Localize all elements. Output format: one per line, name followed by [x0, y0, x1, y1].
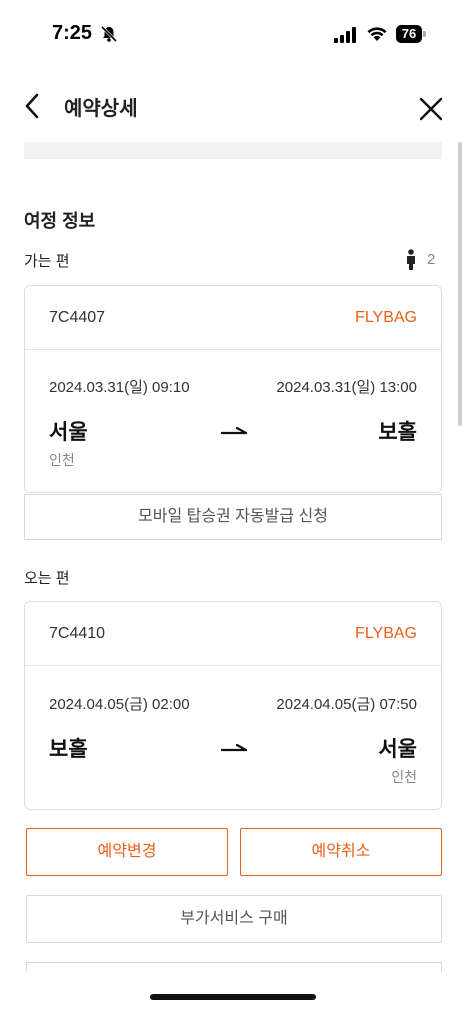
departure-city: 서울: [49, 421, 88, 444]
mobile-boarding-pass-button[interactable]: 모바일 탑승권 자동발급 신청: [24, 494, 442, 540]
route-arrow-icon: [221, 426, 247, 435]
bell-muted-icon: [100, 25, 118, 43]
wifi-icon: [367, 27, 387, 41]
arrival-city: 서울: [378, 738, 417, 761]
arrival-city: 보홀: [378, 421, 417, 444]
back-arrow-icon[interactable]: [22, 92, 44, 120]
outbound-label: 가는 편: [24, 253, 70, 270]
home-indicator[interactable]: [150, 994, 316, 1000]
signal-icon: [334, 27, 356, 43]
inbound-label: 오는 편: [24, 570, 70, 587]
battery-level: 76: [396, 25, 422, 43]
flight-number: 7C4410: [49, 625, 106, 642]
inbound-flight-card[interactable]: 7C4410 FLYBAG 2024.04.05(금) 02:00 2024.0…: [24, 601, 442, 810]
arrival-airport: 인천: [391, 769, 417, 785]
flybag-badge: FLYBAG: [355, 625, 417, 642]
card-divider: [25, 665, 441, 666]
departure-datetime: 2024.04.05(금) 02:00: [49, 696, 190, 713]
departure-airport: 인천: [49, 452, 75, 468]
extra-services-button[interactable]: 부가서비스 구매: [26, 895, 442, 943]
change-reservation-button[interactable]: 예약변경: [26, 828, 228, 876]
close-icon[interactable]: [418, 96, 444, 122]
passenger-count: 2: [427, 251, 436, 268]
section-title: 여정 정보: [24, 211, 96, 231]
route-arrow-icon: [221, 743, 247, 752]
arrival-datetime: 2024.04.05(금) 07:50: [276, 696, 417, 713]
flight-number: 7C4407: [49, 309, 106, 326]
cancel-reservation-button[interactable]: 예약취소: [240, 828, 442, 876]
arrival-datetime: 2024.03.31(일) 13:00: [276, 379, 417, 396]
card-divider: [25, 349, 441, 350]
next-button-partial[interactable]: [26, 962, 442, 972]
notice-band: [24, 142, 442, 159]
status-time: 7:25: [52, 22, 93, 44]
flybag-badge: FLYBAG: [355, 309, 417, 326]
passenger-icon: [407, 249, 415, 270]
outbound-flight-card[interactable]: 7C4407 FLYBAG 2024.03.31(일) 09:10 2024.0…: [24, 285, 442, 493]
page-title: 예약상세: [64, 98, 138, 120]
battery-tip: [423, 31, 426, 37]
departure-city: 보홀: [49, 738, 88, 761]
departure-datetime: 2024.03.31(일) 09:10: [49, 379, 190, 396]
battery-indicator: 76: [396, 25, 426, 43]
scrollbar[interactable]: [458, 142, 462, 426]
